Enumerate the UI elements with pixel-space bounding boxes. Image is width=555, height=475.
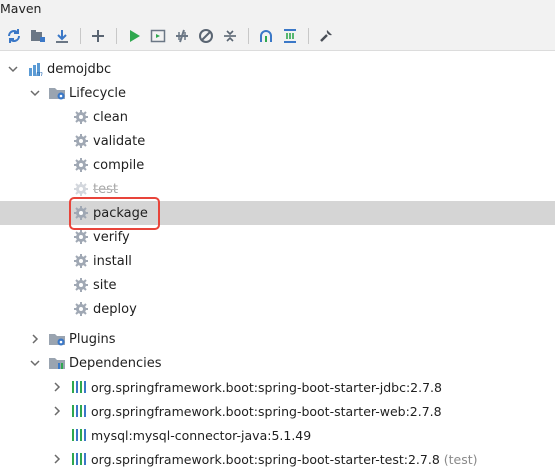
toggle-offline-icon[interactable] (172, 26, 192, 46)
gear-icon (72, 204, 90, 222)
plugins-label: Plugins (69, 331, 116, 347)
lifecycle-goal-install[interactable]: install (0, 249, 555, 273)
svg-text:m: m (36, 70, 43, 77)
dependencies-folder-icon (48, 354, 66, 372)
library-icon (70, 378, 88, 396)
chevron-right-icon[interactable] (50, 399, 64, 423)
settings-wrench-icon[interactable] (316, 26, 336, 46)
dependency-label: org.springframework.boot:spring-boot-sta… (91, 403, 442, 419)
goal-label: clean (93, 109, 128, 125)
lifecycle-label: Lifecycle (69, 85, 127, 101)
dependency-item[interactable]: org.springframework.boot:spring-boot-sta… (0, 399, 555, 423)
gear-icon (72, 276, 90, 294)
lifecycle-goal-compile[interactable]: compile (0, 153, 555, 177)
lifecycle-goal-verify[interactable]: verify (0, 225, 555, 249)
analyze-icon[interactable] (280, 26, 300, 46)
download-icon[interactable] (52, 26, 72, 46)
dependency-scope: (test) (443, 451, 478, 467)
tool-window-title: Maven (0, 1, 42, 16)
dependency-item[interactable]: org.springframework.boot:spring-boot-sta… (0, 375, 555, 399)
dependency-item[interactable]: org.springframework.boot:spring-boot-sta… (0, 447, 555, 471)
chevron-down-icon[interactable] (6, 57, 20, 81)
chevron-right-icon[interactable] (28, 327, 42, 351)
goal-label: validate (93, 133, 146, 149)
goal-label: compile (93, 157, 145, 173)
goal-label: package (93, 205, 148, 221)
gear-icon (72, 180, 90, 198)
collapse-icon[interactable] (220, 26, 240, 46)
goal-label: verify (93, 229, 130, 245)
lifecycle-goal-package[interactable]: package (0, 201, 555, 225)
tool-window-header: Maven (0, 0, 555, 22)
show-dependencies-icon[interactable] (256, 26, 276, 46)
goal-label: deploy (93, 301, 137, 317)
run-icon[interactable] (124, 26, 144, 46)
library-icon (70, 402, 88, 420)
goal-label: site (93, 277, 117, 293)
gear-icon (72, 108, 90, 126)
goal-label: test (93, 181, 118, 197)
gear-icon (72, 252, 90, 270)
tree-row-project[interactable]: m demojdbc (0, 57, 555, 81)
goal-label: install (93, 253, 132, 269)
lifecycle-goal-site[interactable]: site (0, 273, 555, 297)
lifecycle-goal-clean[interactable]: clean (0, 105, 555, 129)
add-icon[interactable] (88, 26, 108, 46)
execute-goal-icon[interactable] (148, 26, 168, 46)
skip-tests-icon[interactable] (196, 26, 216, 46)
gear-icon (72, 156, 90, 174)
gear-icon (72, 228, 90, 246)
gear-icon (72, 300, 90, 318)
lifecycle-goal-test[interactable]: test (0, 177, 555, 201)
dependency-label: mysql:mysql-connector-java:5.1.49 (91, 427, 312, 443)
generate-sources-icon[interactable] (28, 26, 48, 46)
gear-icon (72, 132, 90, 150)
chevron-down-icon[interactable] (28, 81, 42, 105)
dependency-item[interactable]: mysql:mysql-connector-java:5.1.49 (0, 423, 555, 447)
tree-row-plugins[interactable]: Plugins (0, 327, 555, 351)
chevron-right-icon[interactable] (50, 375, 64, 399)
maven-toolbar (0, 22, 555, 51)
library-icon (70, 450, 88, 468)
tree-row-dependencies[interactable]: Dependencies (0, 351, 555, 375)
lifecycle-goal-validate[interactable]: validate (0, 129, 555, 153)
reload-icon[interactable] (4, 26, 24, 46)
project-name: demojdbc (47, 61, 112, 77)
maven-project-icon: m (26, 60, 44, 78)
dependency-label: org.springframework.boot:spring-boot-sta… (91, 379, 442, 395)
lifecycle-folder-icon (48, 84, 66, 102)
tree-row-lifecycle[interactable]: Lifecycle (0, 81, 555, 105)
plugins-folder-icon (48, 330, 66, 348)
library-icon (70, 426, 88, 444)
chevron-right-icon[interactable] (50, 447, 64, 471)
chevron-down-icon[interactable] (28, 351, 42, 375)
lifecycle-goal-deploy[interactable]: deploy (0, 297, 555, 321)
dependency-label: org.springframework.boot:spring-boot-sta… (91, 451, 440, 467)
dependencies-label: Dependencies (69, 355, 162, 371)
